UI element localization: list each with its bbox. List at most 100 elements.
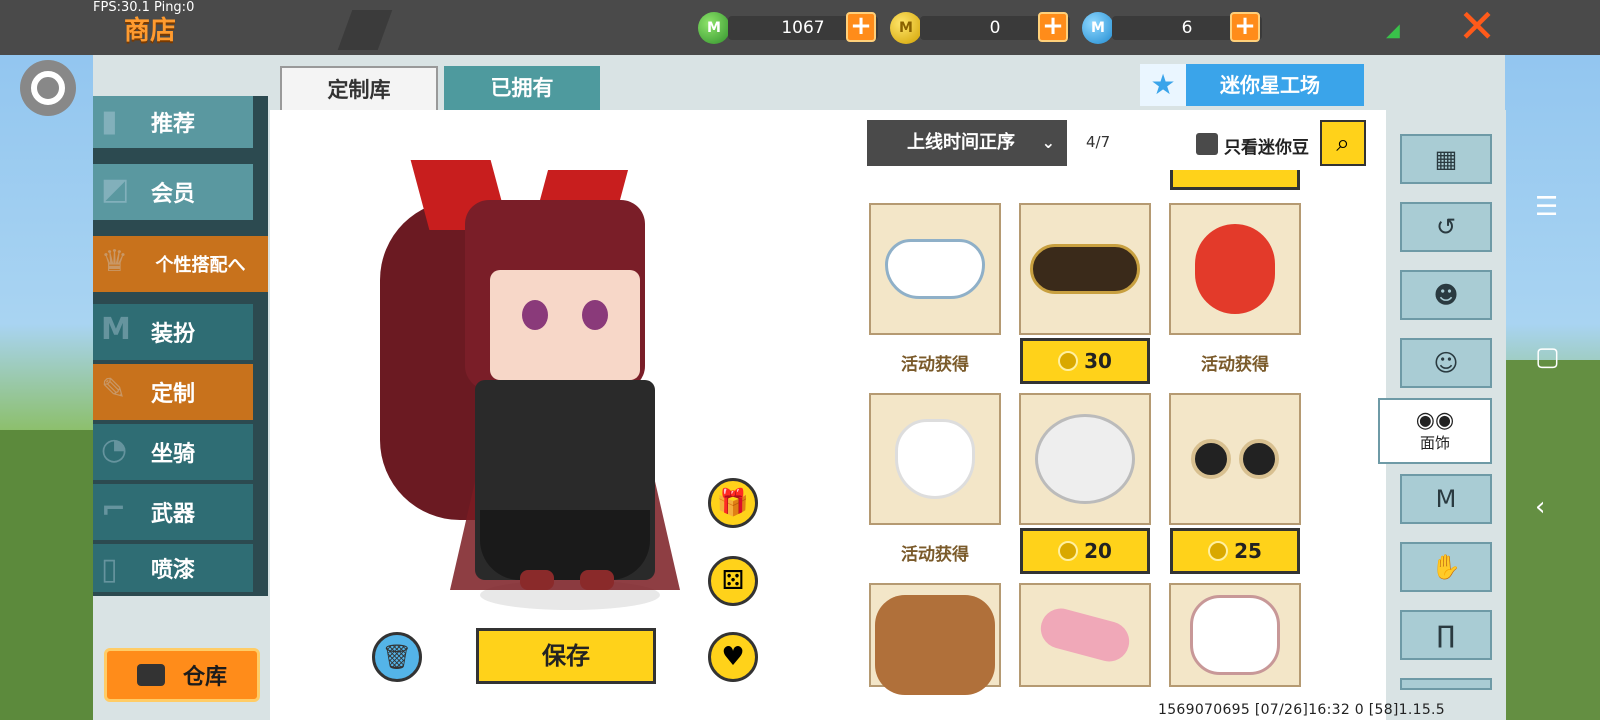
mini-bean-only-label: 只看迷你豆 bbox=[1224, 138, 1309, 158]
sort-dropdown[interactable]: 上线时间正序 ⌄ bbox=[867, 120, 1067, 166]
avatar-eye bbox=[522, 300, 548, 330]
red-bear-item-image bbox=[1195, 224, 1275, 314]
mask-icon: ◉◉ bbox=[1415, 407, 1455, 433]
favorite-button[interactable]: ♥ bbox=[708, 632, 758, 682]
avatar-preview[interactable] bbox=[380, 160, 680, 610]
gold-mini-coin-icon: M bbox=[890, 12, 922, 44]
item-card[interactable] bbox=[1169, 583, 1301, 687]
version-footer: 1569070695 [07/26]16:32 0 [58]1.15.5 bbox=[1158, 702, 1446, 718]
item-price: 30 bbox=[1084, 349, 1112, 373]
spray-can-icon: ▯ bbox=[101, 552, 118, 587]
sidebar-item-spray[interactable]: ▯ 喷漆 bbox=[93, 544, 253, 592]
background-ground-right bbox=[1505, 360, 1600, 720]
category-top-button[interactable]: M bbox=[1400, 474, 1492, 524]
avatar-eye bbox=[582, 300, 608, 330]
sidebar-item-weapon[interactable]: ⌐ 武器 bbox=[93, 484, 253, 540]
green-mini-coin-icon: M bbox=[698, 12, 730, 44]
bandage-item-image bbox=[1036, 604, 1134, 666]
delete-button[interactable]: 🗑 bbox=[372, 632, 422, 682]
shirt-icon: M bbox=[101, 312, 131, 347]
sidebar-item-label: 喷漆 bbox=[150, 558, 195, 583]
close-button[interactable]: ✕ bbox=[1455, 3, 1499, 49]
sidebar-item-member[interactable]: ◩ 会员 bbox=[93, 164, 253, 220]
member-icon: ◩ bbox=[101, 172, 130, 207]
item-acquire-label: 活动获得 bbox=[901, 545, 969, 565]
sidebar-item-recommend[interactable]: ▮ 推荐 bbox=[93, 96, 253, 148]
sidebar-item-label: 推荐 bbox=[150, 112, 195, 137]
back-icon[interactable]: ‹ bbox=[1535, 492, 1545, 522]
gold-coin-icon bbox=[1058, 541, 1079, 561]
category-more-button[interactable] bbox=[1400, 678, 1492, 690]
category-gloves-button[interactable]: ✋ bbox=[1400, 542, 1492, 592]
mini-bean-only-checkbox[interactable] bbox=[1196, 133, 1218, 155]
dice-icon: ⚄ bbox=[721, 566, 745, 596]
item-card[interactable] bbox=[869, 203, 1001, 335]
venetian-mask-item-image bbox=[1030, 244, 1140, 294]
item-card[interactable] bbox=[869, 583, 1001, 695]
sidebar-item-label: 武器 bbox=[150, 502, 195, 527]
chevron-down-icon: ⌄ bbox=[1041, 133, 1055, 152]
shirt-icon: M bbox=[1435, 485, 1457, 513]
add-currency-button[interactable]: + bbox=[1230, 12, 1260, 42]
workshop-label: 迷你星工场 bbox=[1220, 73, 1320, 97]
search-button[interactable]: ⌕ bbox=[1320, 120, 1366, 166]
category-all-button[interactable]: ▦ bbox=[1400, 134, 1492, 184]
background-ground-left bbox=[0, 430, 95, 720]
pants-icon: ∏ bbox=[1436, 621, 1456, 649]
mustache-item-image bbox=[895, 419, 975, 499]
gift-button[interactable]: 🎁 bbox=[708, 478, 758, 528]
category-recent-button[interactable]: ↺ bbox=[1400, 202, 1492, 252]
random-button[interactable]: ⚄ bbox=[708, 556, 758, 606]
add-currency-button[interactable]: + bbox=[846, 12, 876, 42]
add-currency-button[interactable]: + bbox=[1038, 12, 1068, 42]
home-square-icon[interactable]: ▢ bbox=[1535, 342, 1560, 372]
item-price-button[interactable]: 20 bbox=[1020, 528, 1150, 574]
chest-icon bbox=[136, 664, 165, 686]
item-price: 25 bbox=[1234, 539, 1262, 563]
sidebar-item-label: 会员 bbox=[150, 182, 195, 207]
sidebar-item-custom[interactable]: ✎ 定制 bbox=[93, 364, 253, 420]
tab-owned[interactable]: 已拥有 bbox=[444, 66, 600, 110]
gun-icon: ⌐ bbox=[101, 492, 127, 527]
item-card[interactable] bbox=[1019, 393, 1151, 525]
workshop-button[interactable]: ★ 迷你星工场 bbox=[1140, 64, 1364, 106]
category-face-accessory-button[interactable]: ◉◉ 面饰 bbox=[1378, 398, 1492, 464]
item-card[interactable] bbox=[1019, 583, 1151, 687]
warehouse-label: 仓库 bbox=[182, 665, 227, 690]
gift-icon: 🎁 bbox=[716, 488, 750, 518]
heart-icon: ♥ bbox=[721, 642, 745, 672]
record-button[interactable] bbox=[20, 60, 76, 116]
bear-nose-item-image bbox=[875, 595, 995, 695]
item-price-button[interactable]: 30 bbox=[1020, 338, 1150, 384]
category-hair-button[interactable]: ☻ bbox=[1400, 270, 1492, 320]
history-icon: ↺ bbox=[1435, 213, 1457, 241]
hair-icon: ☻ bbox=[1433, 281, 1459, 309]
sidebar-item-mount[interactable]: ◔ 坐骑 bbox=[93, 424, 253, 480]
sidebar-item-outfit[interactable]: M 装扮 bbox=[93, 304, 253, 360]
item-card[interactable] bbox=[1019, 203, 1151, 335]
item-price-button[interactable]: 25 bbox=[1170, 528, 1300, 574]
surgical-mask-item-image bbox=[1190, 595, 1280, 675]
category-pants-button[interactable]: ∏ bbox=[1400, 610, 1492, 660]
sidebar-item-label: 坐骑 bbox=[150, 442, 195, 467]
avatar-face bbox=[490, 270, 640, 380]
category-face-button[interactable]: ☺ bbox=[1400, 338, 1492, 388]
sidebar-item-label: 装扮 bbox=[150, 322, 195, 347]
page-indicator: 4/7 bbox=[1086, 133, 1111, 151]
tab-custom-library[interactable]: 定制库 bbox=[280, 66, 438, 110]
menu-icon[interactable]: ☰ bbox=[1535, 192, 1558, 222]
glasses-item-image bbox=[1180, 439, 1290, 479]
page-title: 商店 bbox=[124, 16, 177, 46]
warehouse-button[interactable]: 仓库 bbox=[104, 648, 260, 702]
save-button[interactable]: 保存 bbox=[476, 628, 656, 684]
item-card[interactable] bbox=[1169, 393, 1301, 525]
avatar-skirt bbox=[480, 510, 650, 580]
sidebar-item-label: 定制 bbox=[150, 382, 195, 407]
item-price: 20 bbox=[1084, 539, 1112, 563]
thumb-icon: ▮ bbox=[101, 104, 118, 139]
item-card[interactable] bbox=[1169, 203, 1301, 335]
signal-icon: ◢ bbox=[1386, 20, 1400, 41]
item-card[interactable] bbox=[869, 393, 1001, 525]
sidebar-item-style-group[interactable]: ♛ 个性搭配へ bbox=[93, 236, 268, 292]
white-beard-item-image bbox=[1035, 414, 1135, 504]
